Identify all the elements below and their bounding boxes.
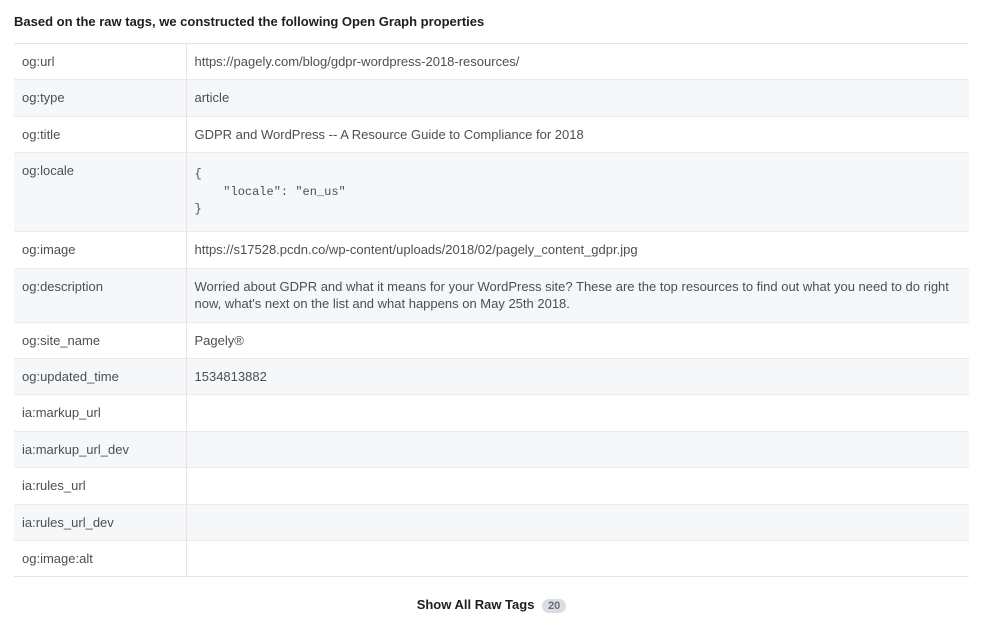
table-row: ia:markup_url_dev xyxy=(14,431,969,467)
section-heading: Based on the raw tags, we constructed th… xyxy=(14,10,969,43)
property-value xyxy=(186,431,969,467)
property-key: ia:markup_url_dev xyxy=(14,431,186,467)
show-all-label: Show All Raw Tags xyxy=(417,597,535,612)
show-all-link[interactable]: Show All Raw Tags 20 xyxy=(417,597,567,612)
table-row: ia:rules_url xyxy=(14,468,969,504)
property-value: https://pagely.com/blog/gdpr-wordpress-2… xyxy=(186,44,969,80)
property-key: og:type xyxy=(14,80,186,116)
property-value xyxy=(186,395,969,431)
table-row: og:imagehttps://s17528.pcdn.co/wp-conten… xyxy=(14,232,969,268)
table-row: og:locale{ "locale": "en_us" } xyxy=(14,153,969,232)
property-value: { "locale": "en_us" } xyxy=(186,153,969,232)
property-key: og:locale xyxy=(14,153,186,232)
table-row: og:image:alt xyxy=(14,541,969,577)
property-value: GDPR and WordPress -- A Resource Guide t… xyxy=(186,116,969,152)
property-value: Worried about GDPR and what it means for… xyxy=(186,268,969,322)
property-value xyxy=(186,541,969,577)
table-row: ia:rules_url_dev xyxy=(14,504,969,540)
property-value: Pagely® xyxy=(186,322,969,358)
property-key: og:image xyxy=(14,232,186,268)
table-row: og:urlhttps://pagely.com/blog/gdpr-wordp… xyxy=(14,44,969,80)
property-value: https://s17528.pcdn.co/wp-content/upload… xyxy=(186,232,969,268)
count-badge: 20 xyxy=(542,599,566,613)
property-key: og:url xyxy=(14,44,186,80)
table-row: og:site_namePagely® xyxy=(14,322,969,358)
table-row: og:updated_time1534813882 xyxy=(14,359,969,395)
property-key: og:site_name xyxy=(14,322,186,358)
table-row: og:titleGDPR and WordPress -- A Resource… xyxy=(14,116,969,152)
og-properties-table: og:urlhttps://pagely.com/blog/gdpr-wordp… xyxy=(14,43,969,577)
property-value: article xyxy=(186,80,969,116)
property-key: og:title xyxy=(14,116,186,152)
table-row: og:descriptionWorried about GDPR and wha… xyxy=(14,268,969,322)
table-row: ia:markup_url xyxy=(14,395,969,431)
property-value xyxy=(186,504,969,540)
table-row: og:typearticle xyxy=(14,80,969,116)
property-key: og:image:alt xyxy=(14,541,186,577)
property-key: ia:rules_url xyxy=(14,468,186,504)
property-key: ia:markup_url xyxy=(14,395,186,431)
property-key: og:description xyxy=(14,268,186,322)
property-value xyxy=(186,468,969,504)
property-value: 1534813882 xyxy=(186,359,969,395)
property-key: ia:rules_url_dev xyxy=(14,504,186,540)
property-key: og:updated_time xyxy=(14,359,186,395)
